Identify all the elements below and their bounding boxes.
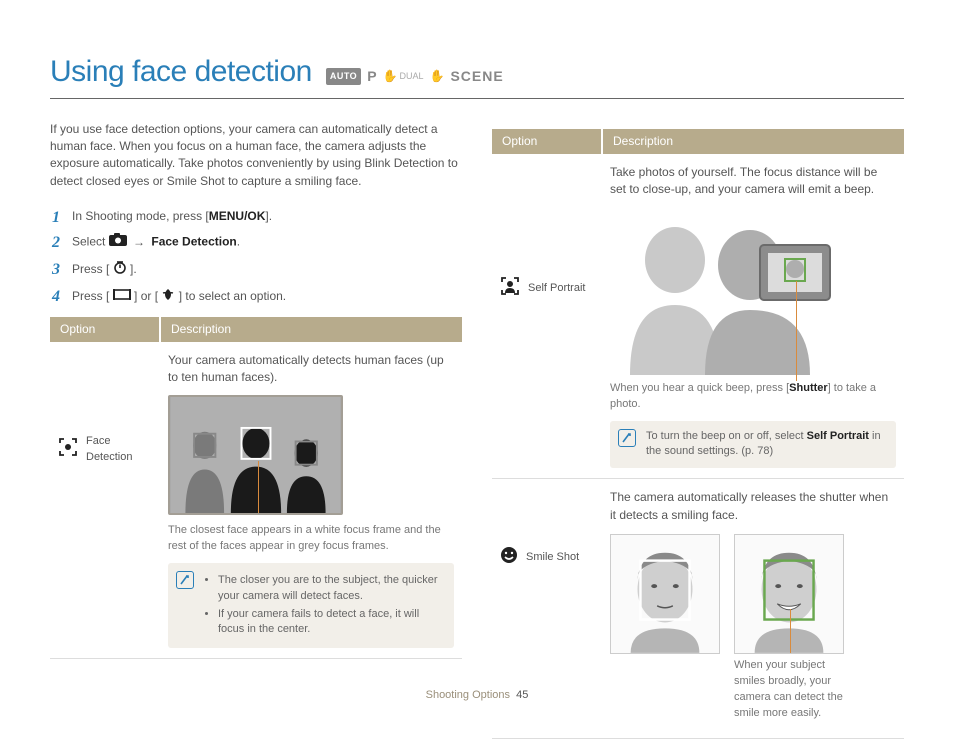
- page-footer: Shooting Options 45: [0, 688, 954, 704]
- fd-note-1: The closer you are to the subject, the q…: [218, 573, 444, 605]
- step-4: Press [ ] or [ ] to select an option.: [50, 287, 462, 306]
- th-option: Option: [50, 317, 160, 342]
- intro-text: If you use face detection options, your …: [50, 121, 462, 191]
- sp-description: Take photos of yourself. The focus dista…: [610, 164, 896, 199]
- mode-dual-icon: ✋DUAL: [383, 68, 424, 85]
- page-header: Using face detection AUTO P ✋DUAL ✋ SCEN…: [50, 50, 904, 99]
- note-icon: [618, 429, 636, 447]
- left-column: If you use face detection options, your …: [50, 121, 462, 739]
- self-portrait-label: Self Portrait: [528, 281, 585, 297]
- note-icon: [176, 571, 194, 589]
- options-table-left: Option Description Face Detection Your c…: [50, 317, 462, 660]
- row-self-portrait: Self Portrait Take photos of yourself. T…: [492, 154, 904, 479]
- face-detection-icon: [58, 437, 78, 463]
- sp-caption: When you hear a quick beep, press [Shutt…: [610, 381, 896, 413]
- fd-description: Your camera automatically detects human …: [168, 352, 454, 387]
- step-3: Press [ ].: [50, 260, 462, 279]
- sm-description: The camera automatically releases the sh…: [610, 489, 896, 524]
- th-description: Description: [160, 317, 462, 342]
- display-icon: [113, 288, 131, 305]
- fd-caption: The closest face appears in a white focu…: [168, 523, 454, 555]
- camera-icon: [109, 233, 127, 251]
- mode-scene-icon: SCENE: [450, 66, 503, 86]
- row-face-detection: Face Detection Your camera automatically…: [50, 342, 462, 659]
- sp-illustration: [610, 205, 860, 375]
- th-option-r: Option: [492, 129, 602, 154]
- self-portrait-icon: [500, 276, 520, 302]
- face-detection-label: Face Detection: [86, 434, 152, 466]
- footer-section: Shooting Options: [426, 689, 510, 701]
- step-1: In Shooting mode, press [MENU/OK].: [50, 208, 462, 225]
- macro-icon: [161, 287, 175, 306]
- options-table-right: Option Description Self Portrait Take ph…: [492, 129, 904, 739]
- mode-p-icon: P: [367, 66, 376, 86]
- fd-note-2: If your camera fails to detect a face, i…: [218, 607, 444, 639]
- smile-illustration-2: [734, 534, 844, 654]
- mode-hand-icon: ✋: [430, 68, 445, 85]
- smile-shot-icon: [500, 546, 518, 570]
- footer-page: 45: [516, 689, 528, 701]
- mode-auto-icon: AUTO: [326, 68, 361, 85]
- smile-illustration-1: [610, 534, 720, 654]
- sp-note-box: To turn the beep on or off, select Self …: [610, 421, 896, 469]
- fd-illustration: [168, 395, 343, 515]
- right-column: Option Description Self Portrait Take ph…: [492, 121, 904, 739]
- step-2: Select → Face Detection.: [50, 233, 462, 251]
- th-description-r: Description: [602, 129, 904, 154]
- steps-list: In Shooting mode, press [MENU/OK]. Selec…: [50, 208, 462, 307]
- mode-badges: AUTO P ✋DUAL ✋ SCENE: [326, 66, 504, 86]
- page-title: Using face detection: [50, 50, 312, 94]
- timer-icon: [113, 260, 127, 279]
- smile-shot-label: Smile Shot: [526, 550, 579, 566]
- arrow-icon: →: [133, 235, 145, 249]
- fd-note-box: The closer you are to the subject, the q…: [168, 563, 454, 649]
